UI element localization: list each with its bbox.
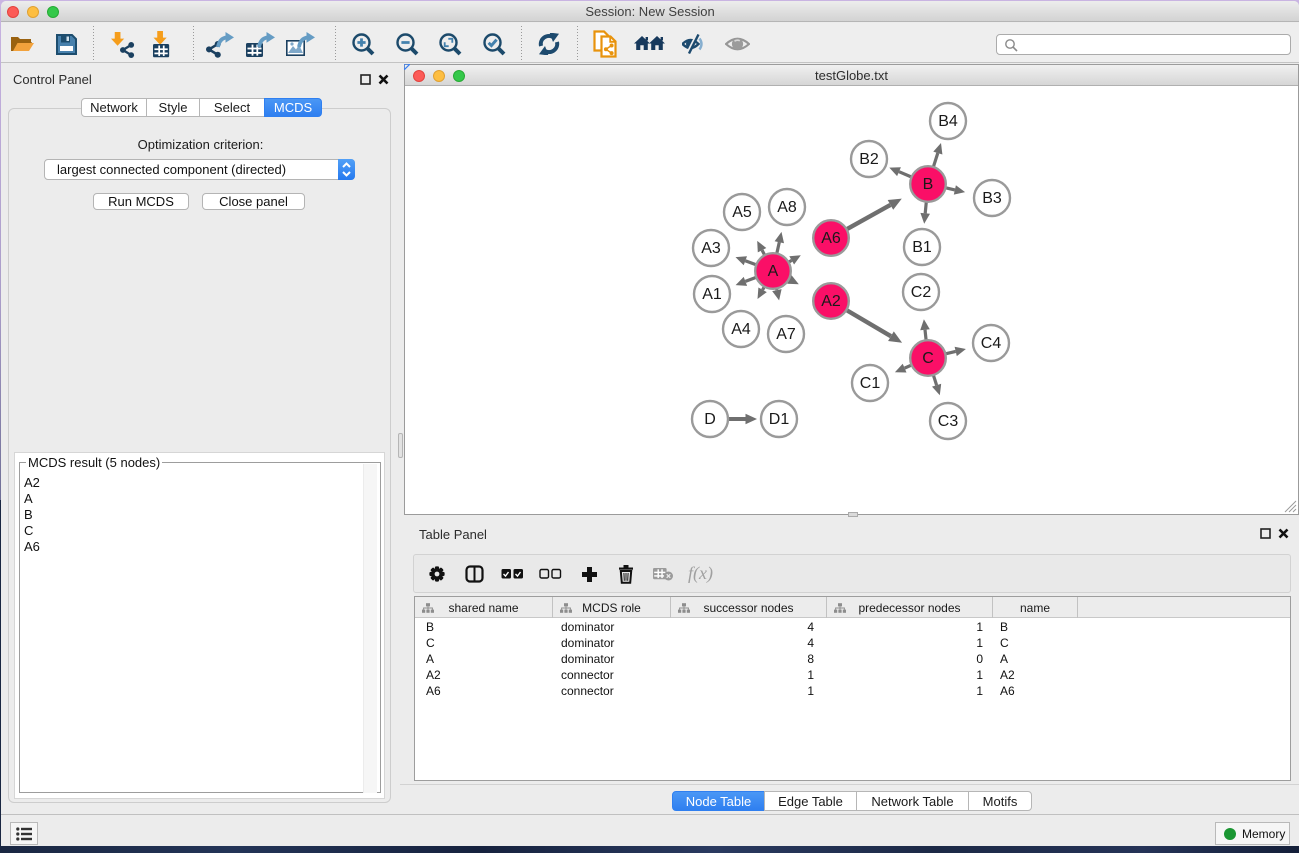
svg-text:C2: C2 xyxy=(911,284,932,301)
svg-text:B3: B3 xyxy=(982,190,1002,207)
svg-text:C4: C4 xyxy=(981,335,1002,352)
svg-text:A: A xyxy=(768,263,779,280)
svg-text:A6: A6 xyxy=(821,230,841,247)
svg-text:A4: A4 xyxy=(731,321,751,338)
svg-text:A3: A3 xyxy=(701,240,721,257)
svg-text:B: B xyxy=(923,176,934,193)
svg-text:C3: C3 xyxy=(938,413,959,430)
svg-text:D: D xyxy=(704,411,716,428)
svg-text:C: C xyxy=(922,350,934,367)
svg-text:A5: A5 xyxy=(732,204,752,221)
svg-text:B2: B2 xyxy=(859,151,879,168)
svg-text:A8: A8 xyxy=(777,199,797,216)
svg-text:C1: C1 xyxy=(860,375,881,392)
svg-text:B4: B4 xyxy=(938,113,958,130)
svg-text:A2: A2 xyxy=(821,293,841,310)
svg-text:A7: A7 xyxy=(776,326,796,343)
svg-text:A1: A1 xyxy=(702,286,722,303)
svg-text:B1: B1 xyxy=(912,239,932,256)
svg-text:D1: D1 xyxy=(769,411,790,428)
